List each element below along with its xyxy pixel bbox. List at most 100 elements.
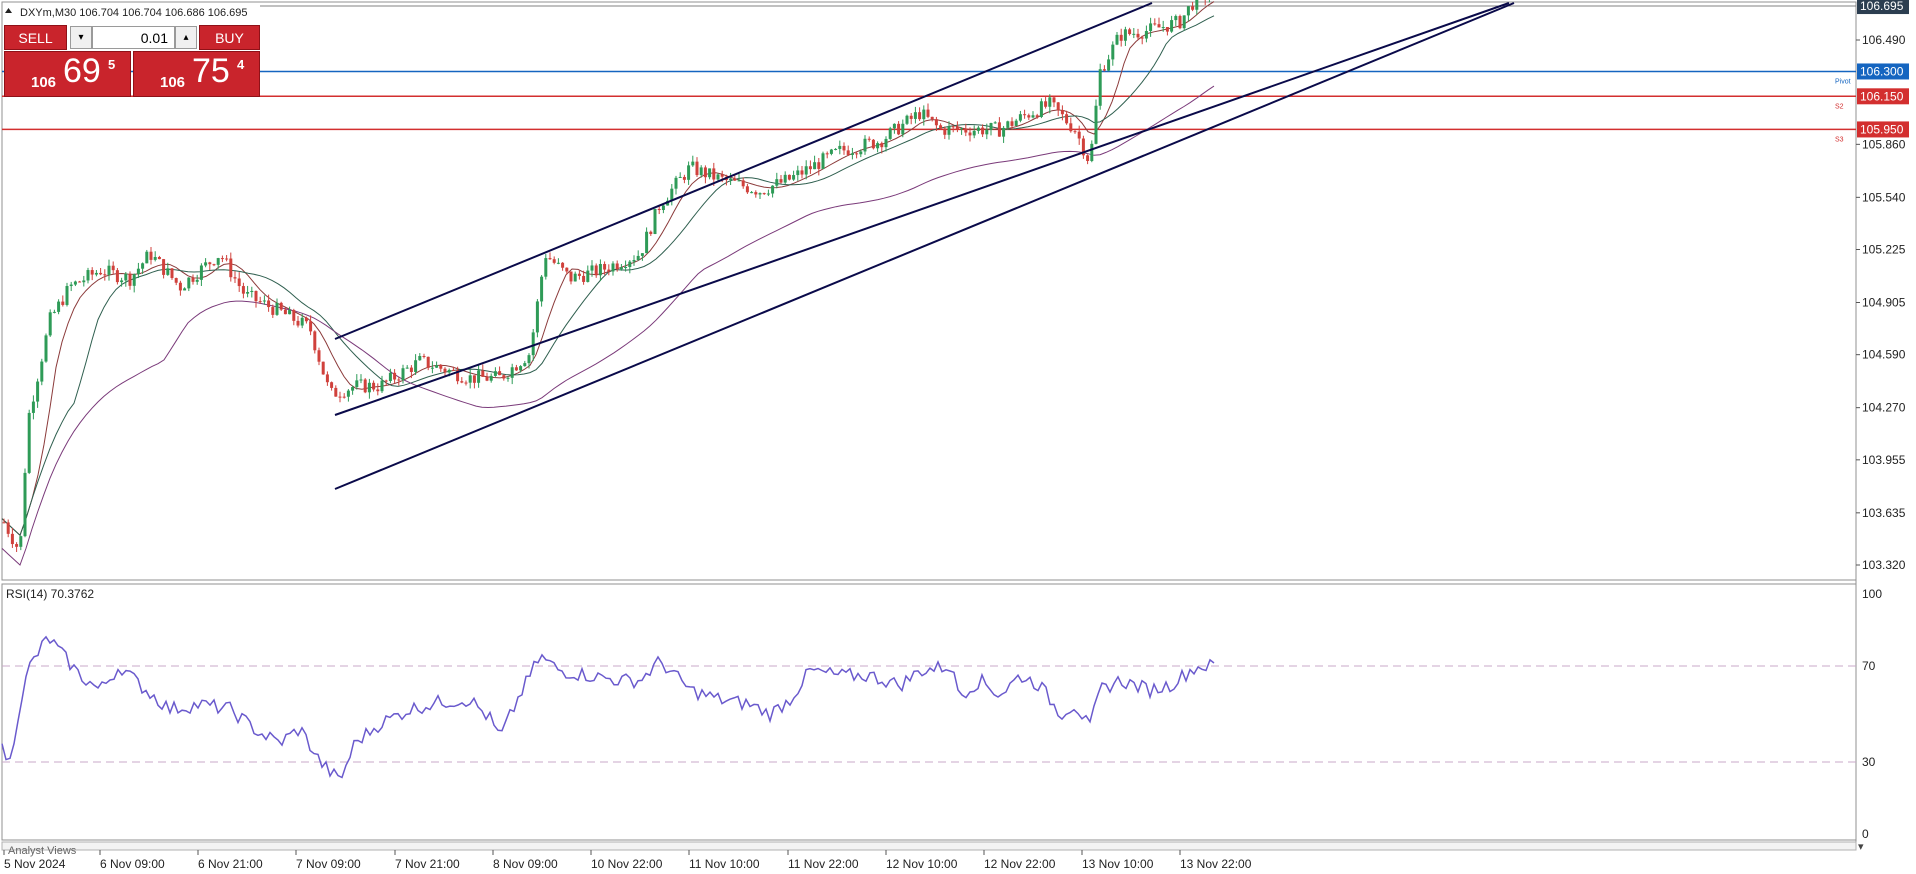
candle-body xyxy=(829,149,833,154)
candle-body xyxy=(1191,6,1195,10)
price-badge-label: 105.950 xyxy=(1860,122,1904,136)
candle-body xyxy=(468,375,472,383)
candle-body xyxy=(1182,15,1186,29)
candle-body xyxy=(1027,115,1031,118)
candle-body xyxy=(519,366,523,371)
candle-body xyxy=(342,396,346,398)
candle-body xyxy=(6,522,10,534)
candle-body xyxy=(1195,0,1199,10)
lot-increase-icon[interactable]: ▴ xyxy=(175,26,197,49)
candle-body xyxy=(678,176,682,178)
candle-body xyxy=(36,381,40,402)
candle-body xyxy=(288,310,292,315)
lot-size-input[interactable] xyxy=(92,26,175,49)
candle-body xyxy=(351,387,355,391)
main-chart-frame xyxy=(1,1,1857,581)
candle-body xyxy=(107,265,111,275)
candle-body xyxy=(720,174,724,177)
candle-body xyxy=(1157,24,1161,28)
candle-body xyxy=(611,263,615,272)
candle-body xyxy=(2,522,6,524)
price-badge-label: 106.300 xyxy=(1860,64,1904,78)
channel-trendline-2[interactable] xyxy=(334,2,1510,416)
candle-body xyxy=(1098,69,1102,106)
candle-body xyxy=(485,376,489,381)
candle-body xyxy=(1165,27,1169,32)
candle-body xyxy=(1056,102,1060,111)
candle-body xyxy=(187,277,191,289)
candle-body xyxy=(871,139,875,149)
candle-body xyxy=(124,273,128,281)
candle-body xyxy=(1031,115,1035,118)
candle-body xyxy=(237,278,241,287)
candle-body xyxy=(367,382,371,393)
candle-body xyxy=(136,268,140,275)
candle-body xyxy=(439,365,443,369)
candle-body xyxy=(82,280,86,283)
candle-body xyxy=(216,258,220,265)
price-tick-label: 104.905 xyxy=(1862,296,1906,310)
rsi-scroll-icon[interactable]: ▾ xyxy=(1858,841,1864,853)
buy-price-quote[interactable]: 106 75 4 xyxy=(133,51,260,97)
candle-body xyxy=(191,277,195,282)
candle-body xyxy=(586,270,590,282)
price-tick-label: 103.635 xyxy=(1862,506,1906,520)
candle-body xyxy=(451,369,455,371)
lot-decrease-icon[interactable]: ▾ xyxy=(70,26,92,49)
candle-body xyxy=(296,320,300,326)
candle-body xyxy=(1060,110,1064,115)
candle-body xyxy=(435,365,439,368)
candle-body xyxy=(821,153,825,169)
candle-body xyxy=(939,125,943,129)
candle-body xyxy=(884,138,888,148)
candle-body xyxy=(1002,127,1006,137)
candle-body xyxy=(317,350,321,362)
candle-body xyxy=(687,165,691,180)
candle-body xyxy=(657,208,661,211)
candle-body xyxy=(993,122,997,124)
candle-body xyxy=(111,265,115,271)
price-tick-label: 103.320 xyxy=(1862,558,1906,572)
candle-body xyxy=(493,371,497,376)
sell-price-quote[interactable]: 106 69 5 xyxy=(4,51,131,97)
collapse-arrow-icon[interactable] xyxy=(5,8,12,13)
candle-body xyxy=(384,380,388,382)
analyst-tab-label: Analyst Views xyxy=(8,845,77,857)
candle-body xyxy=(985,129,989,135)
candle-body xyxy=(997,122,1001,137)
candle-body xyxy=(905,115,909,124)
candle-body xyxy=(964,128,968,133)
candle-body xyxy=(346,390,350,397)
candle-body xyxy=(808,166,812,170)
trading-chart[interactable]: Analyst Views ▾ DXYm,M30 106.704 106.704… xyxy=(0,0,1916,874)
candle-body xyxy=(955,126,959,130)
channel-trendline-3[interactable] xyxy=(334,2,1515,490)
candle-body xyxy=(195,279,199,282)
candle-body xyxy=(552,259,556,263)
buy-button[interactable]: BUY xyxy=(199,25,260,50)
candle-body xyxy=(582,275,586,282)
candle-body xyxy=(103,274,107,276)
level-tag-pivot: Pivot xyxy=(1835,78,1851,85)
candle-body xyxy=(834,148,838,150)
candle-body xyxy=(15,544,19,547)
ma-slow-line xyxy=(1,85,1215,566)
candle-body xyxy=(149,251,153,260)
candle-body xyxy=(989,122,993,130)
candle-body xyxy=(796,170,800,176)
candle-body xyxy=(250,290,254,292)
candle-body xyxy=(527,355,531,364)
candle-body xyxy=(569,271,573,282)
candle-body xyxy=(1014,120,1018,126)
candle-body xyxy=(94,272,98,275)
candle-body xyxy=(1140,37,1144,39)
candle-body xyxy=(544,258,548,277)
candle-body xyxy=(943,128,947,135)
candle-body xyxy=(279,302,283,310)
sell-button[interactable]: SELL xyxy=(4,25,67,50)
analyst-tab[interactable] xyxy=(1,841,1857,851)
candle-body xyxy=(775,179,779,186)
candle-body xyxy=(321,361,325,375)
candle-body xyxy=(968,132,972,136)
candle-body xyxy=(1153,23,1157,25)
